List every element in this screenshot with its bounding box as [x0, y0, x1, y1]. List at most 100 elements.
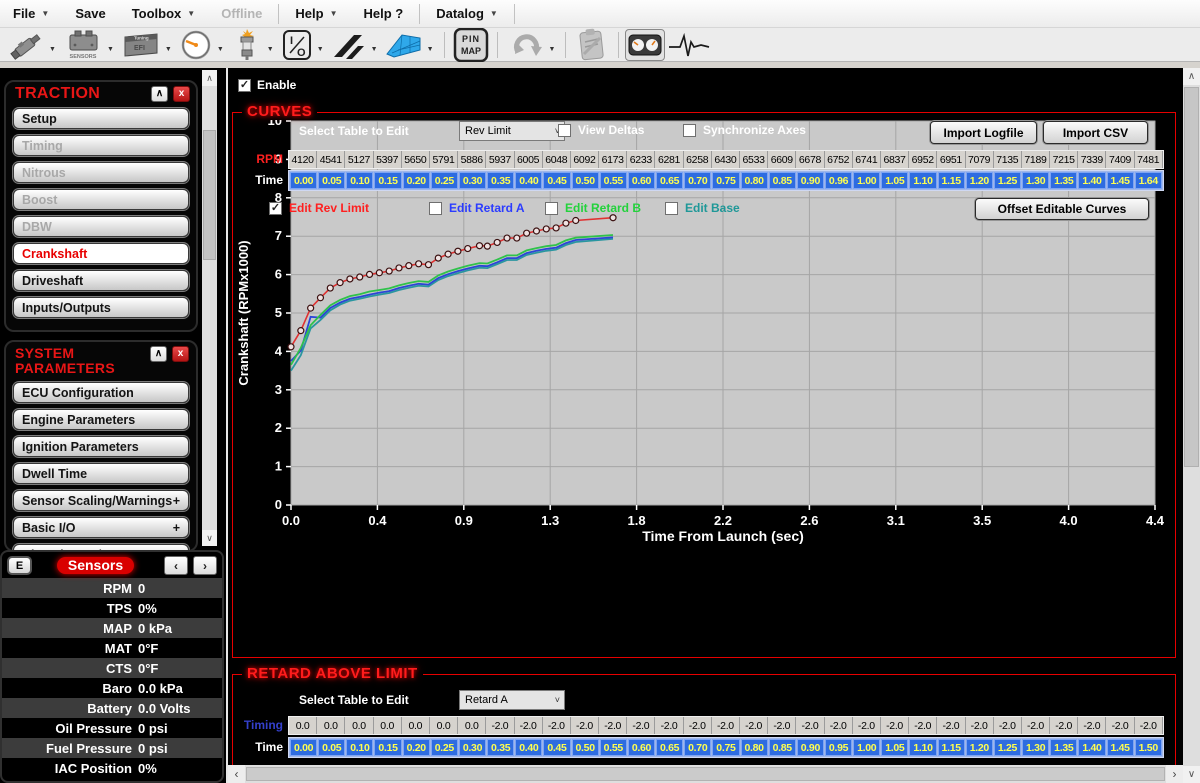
dropdown-caret-icon[interactable]: ▼: [267, 46, 274, 53]
table-cell[interactable]: 6951: [937, 151, 965, 168]
main-vertical-scrollbar[interactable]: ∧ ∨: [1183, 68, 1200, 783]
table-cell[interactable]: -2.0: [796, 717, 824, 734]
table-cell[interactable]: 0.70: [684, 739, 711, 756]
table-cell[interactable]: 0.45: [543, 739, 570, 756]
table-cell[interactable]: 0.0: [374, 717, 402, 734]
edit-curve-checkbox[interactable]: [429, 202, 442, 215]
dash-gauges-tool-button[interactable]: [625, 29, 665, 61]
table-cell[interactable]: 1.35: [1050, 739, 1077, 756]
pin-map-tool-button[interactable]: PIN MAP: [451, 29, 491, 61]
table-cell[interactable]: 6173: [599, 151, 627, 168]
table-cell[interactable]: 6609: [768, 151, 796, 168]
table-cell[interactable]: 6430: [712, 151, 740, 168]
table-cell[interactable]: 6258: [684, 151, 712, 168]
table-cell[interactable]: 0.65: [656, 739, 683, 756]
table-cell[interactable]: 0.50: [572, 172, 599, 189]
edit-curve-checkbox[interactable]: ✓: [269, 202, 282, 215]
sensors-tool-button[interactable]: SENSORS: [60, 29, 106, 61]
table-cell[interactable]: 0.90: [797, 172, 824, 189]
table-cell[interactable]: 0.65: [656, 172, 683, 189]
menu-item-help-[interactable]: Help ?: [350, 0, 416, 28]
menu-item-help[interactable]: Help▼: [282, 0, 350, 28]
edit-curve-checkbox[interactable]: [545, 202, 558, 215]
table-cell[interactable]: 6952: [909, 151, 937, 168]
table-cell[interactable]: 0.55: [600, 739, 627, 756]
table-cell[interactable]: 0.15: [374, 739, 401, 756]
table-cell[interactable]: 0.00: [290, 739, 317, 756]
table-cell[interactable]: 0.96: [825, 172, 852, 189]
table-cell[interactable]: -2.0: [1022, 717, 1050, 734]
table-cell[interactable]: 1.00: [853, 739, 880, 756]
table-cell[interactable]: 1.20: [966, 739, 993, 756]
table-cell[interactable]: 0.40: [515, 172, 542, 189]
table-cell[interactable]: 1.45: [1107, 739, 1134, 756]
scrollbar-thumb[interactable]: [246, 767, 1165, 781]
timing-stripe-tool-button[interactable]: [328, 29, 370, 61]
table-cell[interactable]: -2.0: [937, 717, 965, 734]
table-cell[interactable]: 6281: [655, 151, 683, 168]
table-cell[interactable]: 0.35: [487, 172, 514, 189]
table-cell[interactable]: 0.00: [290, 172, 317, 189]
dropdown-caret-icon[interactable]: ▼: [107, 46, 114, 53]
table-cell[interactable]: 0.0: [317, 717, 345, 734]
table-cell[interactable]: 1.25: [994, 739, 1021, 756]
sidebar-item-driveshaft[interactable]: Driveshaft: [13, 270, 189, 291]
table-cell[interactable]: 0.0: [458, 717, 486, 734]
table-cell[interactable]: 7135: [994, 151, 1022, 168]
dropdown-caret-icon[interactable]: ▼: [217, 46, 224, 53]
table-cell[interactable]: 1.40: [1078, 172, 1105, 189]
table-cell[interactable]: 0.85: [769, 172, 796, 189]
table-cell[interactable]: 1.64: [1135, 172, 1162, 189]
scroll-right-icon[interactable]: ›: [1166, 765, 1183, 783]
import-logfile-button[interactable]: Import Logfile: [930, 121, 1037, 144]
table-cell[interactable]: -2.0: [909, 717, 937, 734]
sensors-next-icon[interactable]: ›: [193, 556, 217, 575]
main-horizontal-scrollbar[interactable]: ‹ ›: [228, 765, 1183, 783]
table-cell[interactable]: -2.0: [571, 717, 599, 734]
sidebar-scrollbar[interactable]: ∧ ∨: [202, 70, 217, 546]
table-cell[interactable]: 4120: [289, 151, 317, 168]
table-cell[interactable]: 0.80: [741, 172, 768, 189]
table-cell[interactable]: 7189: [1022, 151, 1050, 168]
table-cell[interactable]: 1.05: [881, 172, 908, 189]
scroll-up-icon[interactable]: ∧: [1183, 68, 1200, 85]
scroll-up-icon[interactable]: ∧: [202, 70, 217, 86]
table-cell[interactable]: 5937: [486, 151, 514, 168]
efi-tuner-tool-button[interactable]: Tuning EFI: [118, 29, 164, 61]
table-cell[interactable]: 0.85: [769, 739, 796, 756]
scroll-down-icon[interactable]: ∨: [1183, 766, 1200, 783]
table-cell[interactable]: 7409: [1106, 151, 1134, 168]
table-cell[interactable]: -2.0: [1135, 717, 1163, 734]
table-cell[interactable]: 0.30: [459, 739, 486, 756]
table-cell[interactable]: 0.0: [402, 717, 430, 734]
table-cell[interactable]: 4541: [317, 151, 345, 168]
view-deltas-checkbox[interactable]: [558, 124, 571, 137]
datalog-trace-tool-button[interactable]: [665, 29, 713, 61]
table-cell[interactable]: -2.0: [543, 717, 571, 734]
table-cell[interactable]: 0.80: [741, 739, 768, 756]
table-cell[interactable]: 0.30: [459, 172, 486, 189]
table-cell[interactable]: 0.10: [346, 739, 373, 756]
table-cell[interactable]: -2.0: [966, 717, 994, 734]
table-cell[interactable]: 0.75: [712, 172, 739, 189]
table-cell[interactable]: 0.60: [628, 172, 655, 189]
table-cell[interactable]: 0.25: [431, 172, 458, 189]
table-cell[interactable]: 1.25: [994, 172, 1021, 189]
table-cell[interactable]: 1.40: [1078, 739, 1105, 756]
spark-plug-tool-button[interactable]: [228, 29, 266, 61]
sidebar-item-basic-i-o[interactable]: Basic I/O+: [13, 517, 189, 538]
scrollbar-thumb[interactable]: [1184, 87, 1199, 467]
table-cell[interactable]: 1.35: [1050, 172, 1077, 189]
dropdown-caret-icon[interactable]: ▼: [427, 46, 434, 53]
collapse-icon[interactable]: ∧: [151, 86, 168, 102]
table-cell[interactable]: 0.60: [628, 739, 655, 756]
table-cell[interactable]: -2.0: [881, 717, 909, 734]
table-cell[interactable]: 6005: [515, 151, 543, 168]
table-cell[interactable]: 0.70: [684, 172, 711, 189]
table-cell[interactable]: 1.30: [1022, 739, 1049, 756]
menu-item-file[interactable]: File▼: [0, 0, 62, 28]
io-tool-button[interactable]: I O: [278, 29, 316, 61]
collapse-icon[interactable]: ∧: [150, 346, 167, 362]
table-cell[interactable]: 6533: [740, 151, 768, 168]
table-cell[interactable]: 6678: [796, 151, 824, 168]
